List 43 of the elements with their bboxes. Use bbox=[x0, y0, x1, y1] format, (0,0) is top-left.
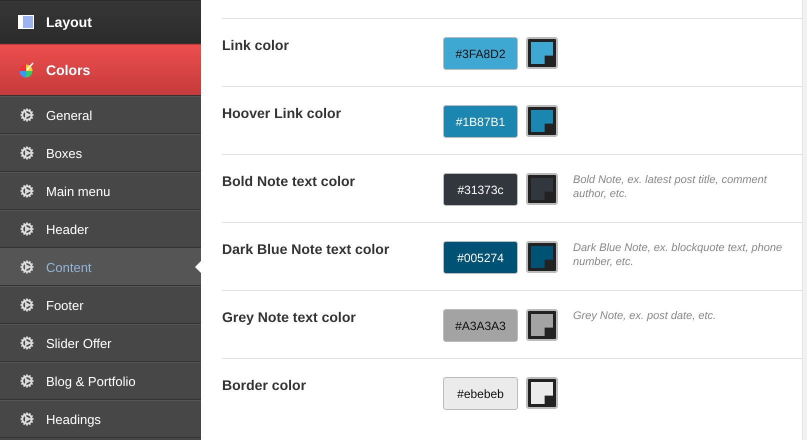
setting-label: Grey Note text color bbox=[222, 309, 357, 327]
gear-icon bbox=[20, 412, 34, 426]
palette-icon bbox=[18, 62, 34, 78]
color-field[interactable]: #31373c bbox=[443, 173, 518, 206]
gear-icon bbox=[20, 374, 34, 388]
note-text: Bold Note, ex. latest post title, comment author, etc. bbox=[573, 173, 768, 202]
gear-icon bbox=[20, 222, 34, 236]
gear-icon bbox=[20, 108, 34, 122]
setting-label: Border color bbox=[222, 377, 308, 395]
gear-icon bbox=[20, 146, 34, 160]
note-text: Dark Blue Note, ex. blockquote text, phone number, etc. bbox=[573, 241, 784, 270]
color-field[interactable]: #ebebeb bbox=[443, 377, 518, 410]
color-swatch[interactable] bbox=[526, 309, 558, 341]
color-swatch[interactable] bbox=[526, 105, 558, 137]
gear-icon bbox=[20, 298, 34, 312]
sidebar-item[interactable]: Blog & Portfolio bbox=[0, 362, 201, 400]
setting-label: Link color bbox=[222, 37, 290, 55]
sidebar-section[interactable]: Layout bbox=[0, 0, 201, 44]
color-swatch[interactable] bbox=[526, 37, 558, 69]
color-field[interactable]: #A3A3A3 bbox=[443, 309, 518, 342]
layout-icon bbox=[18, 15, 34, 29]
color-field[interactable]: #1B87B1 bbox=[443, 105, 518, 138]
color-swatch[interactable] bbox=[526, 173, 558, 205]
sidebar-section[interactable]: Colors bbox=[0, 44, 201, 96]
color-field[interactable]: #005274 bbox=[443, 241, 518, 274]
gear-icon bbox=[20, 260, 34, 274]
sidebar-item[interactable]: Slider Offer bbox=[0, 324, 201, 362]
gear-icon bbox=[20, 336, 34, 350]
color-swatch[interactable] bbox=[526, 377, 558, 409]
gear-icon bbox=[20, 184, 34, 198]
note-text: Grey Note, ex. post date, etc. bbox=[573, 309, 718, 324]
sidebar-item[interactable]: Headings bbox=[0, 400, 201, 438]
setting-label: Bold Note text color bbox=[222, 173, 356, 191]
color-swatch[interactable] bbox=[526, 241, 558, 273]
sidebar-item[interactable]: Header bbox=[0, 210, 201, 248]
color-field[interactable]: #3FA8D2 bbox=[443, 37, 518, 70]
sidebar-item[interactable]: Footer bbox=[0, 286, 201, 324]
sidebar-item[interactable]: Main menu bbox=[0, 172, 201, 210]
pointer-icon bbox=[195, 261, 201, 273]
sidebar-item[interactable]: General bbox=[0, 96, 201, 134]
setting-label: Hoover Link color bbox=[222, 105, 342, 123]
sidebar-item[interactable]: Boxes bbox=[0, 134, 201, 172]
setting-label: Dark Blue Note text color bbox=[222, 241, 390, 259]
